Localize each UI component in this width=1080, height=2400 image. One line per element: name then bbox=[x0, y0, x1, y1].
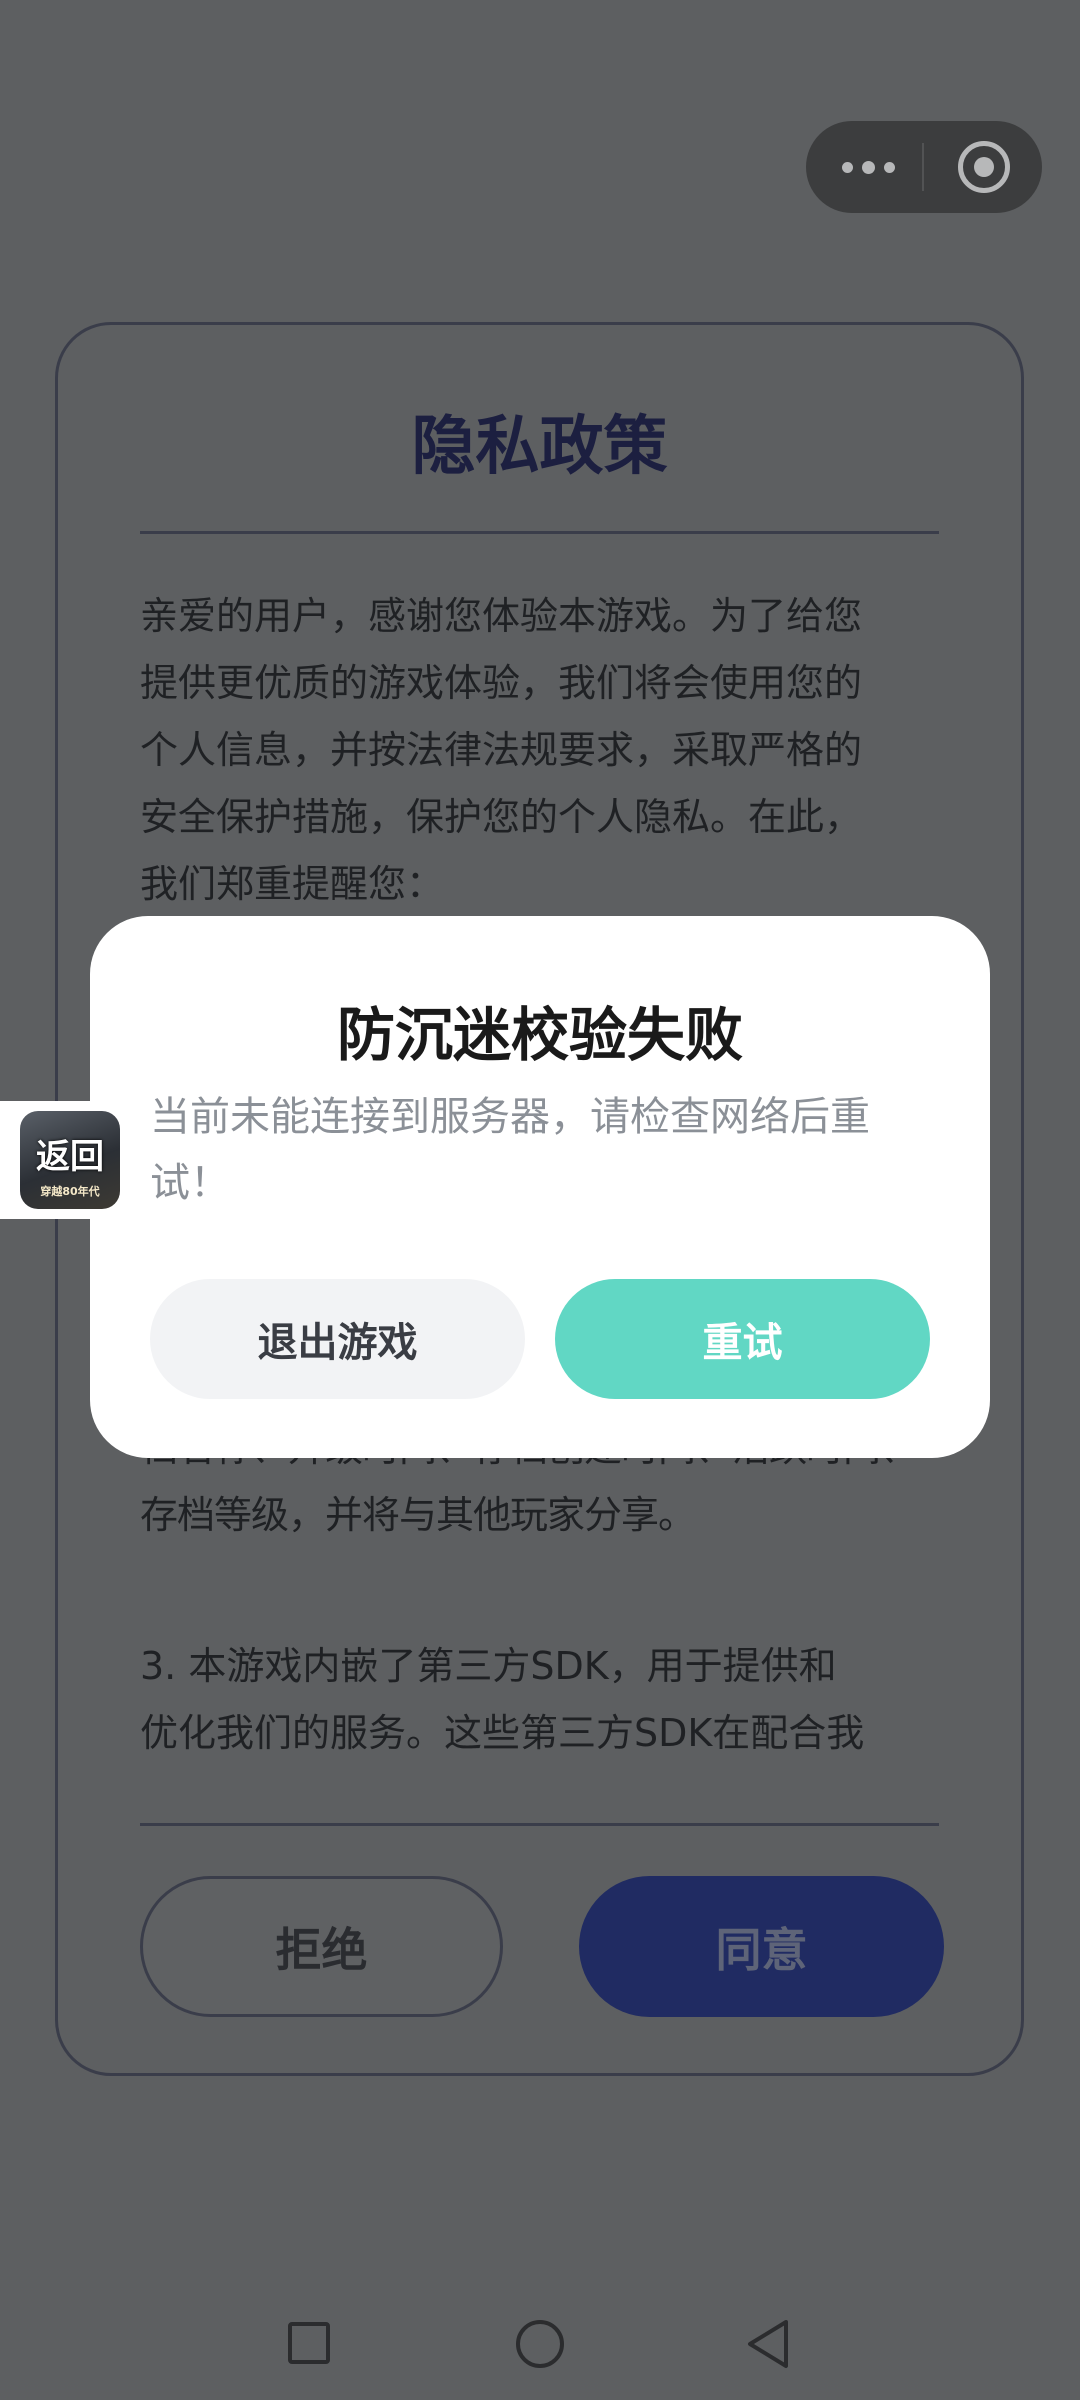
retry-button[interactable]: 重试 bbox=[555, 1279, 930, 1399]
capsule-divider bbox=[922, 143, 924, 191]
policy-intro-text: 亲爱的用户，感谢您体验本游戏。为了给您 提供更优质的游戏体验，我们将会使用您的 … bbox=[140, 594, 863, 906]
square-icon[interactable] bbox=[288, 2322, 330, 2364]
target-icon[interactable] bbox=[958, 141, 1010, 193]
system-nav-bar bbox=[0, 2286, 1080, 2400]
game-app-icon: 返回 穿越80年代 bbox=[20, 1111, 120, 1209]
back-sublabel: 穿越80年代 bbox=[40, 1185, 100, 1198]
dialog-title: 防沉迷校验失败 bbox=[336, 1001, 743, 1069]
circle-icon[interactable] bbox=[516, 2320, 564, 2368]
more-dots-icon[interactable] bbox=[838, 151, 924, 183]
floating-back-button[interactable]: 返回 穿越80年代 bbox=[0, 1101, 131, 1219]
exit-game-button[interactable]: 退出游戏 bbox=[150, 1279, 525, 1399]
policy-divider-bottom bbox=[140, 1823, 939, 1826]
agree-button[interactable]: 同意 bbox=[579, 1876, 944, 2017]
capsule-menu bbox=[806, 121, 1042, 213]
policy-title: 隐私政策 bbox=[411, 410, 668, 484]
policy-divider-top bbox=[140, 531, 939, 534]
anti-addiction-dialog: 防沉迷校验失败 当前未能连接到服务器，请检查网络后重试！ 退出游戏 重试 bbox=[90, 916, 990, 1458]
reject-button[interactable]: 拒绝 bbox=[140, 1876, 503, 2017]
policy-item-3-text: 3. 本游戏内嵌了第三方SDK，用于提供和 优化我们的服务。这些第三方SDK在配… bbox=[140, 1644, 865, 1755]
back-label: 返回 bbox=[36, 1137, 104, 1177]
dialog-message: 当前未能连接到服务器，请检查网络后重试！ bbox=[150, 1094, 870, 1206]
triangle-back-icon[interactable] bbox=[744, 2318, 792, 2370]
